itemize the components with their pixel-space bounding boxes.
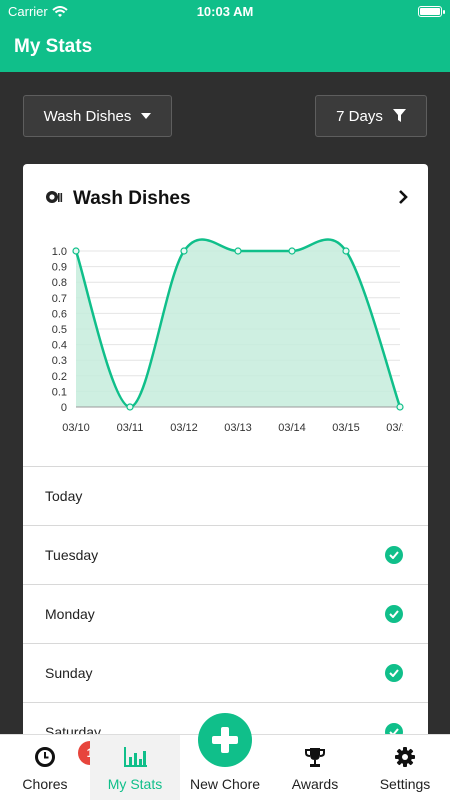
check-circle-icon [385,546,403,564]
x-tick-label: 03/12 [170,422,198,434]
y-tick-label: 0.3 [52,355,67,367]
x-tick-label: 03/11 [117,422,144,434]
history-row: Monday [23,584,428,643]
data-point [396,403,404,411]
check-circle-icon [385,664,403,682]
tab-chores[interactable]: 1 Chores [0,735,102,800]
chore-select-label: Wash Dishes [43,107,132,125]
y-tick-label: 1.0 [52,246,67,258]
status-time: 10:03 AM [196,4,254,19]
y-tick-label: 0.8 [52,277,67,289]
data-point [234,247,242,255]
data-point [126,403,134,411]
range-filter-button[interactable]: 7 Days [315,95,427,137]
card-title: Wash Dishes [73,188,191,209]
chevron-right-icon[interactable] [398,190,408,204]
tab-chores-label: Chores [22,776,68,792]
history-row: Sunday [23,643,428,702]
y-tick-label: 0.7 [52,293,67,305]
y-tick-label: 0.1 [52,386,67,398]
history-row: Today [23,466,428,525]
x-tick-label: 03/16 [386,422,414,434]
data-point [72,247,80,255]
y-tick-label: 0.2 [52,371,67,383]
data-point [288,247,296,255]
tab-awards-label: Awards [291,776,339,792]
tab-my-stats-label: My Stats [107,776,163,792]
history-day-label: Today [45,488,83,504]
x-tick-label: 03/14 [278,422,306,434]
plus-icon [212,727,238,753]
card-header[interactable]: Wash Dishes [23,164,428,234]
stats-card: Wash Dishes 0 0.1 0.2 0.3 0.4 0.5 0.6 0.7 0.8 0.9… [23,164,428,800]
range-filter-label: 7 Days [336,107,383,125]
y-tick-label: 0.5 [52,324,67,336]
check-circle-icon [385,605,403,623]
gear-icon [390,745,420,769]
history-day-label: Monday [45,606,95,622]
data-point [342,247,350,255]
clock-icon: 1 [30,741,102,769]
tab-settings-label: Settings [379,776,431,792]
x-tick-label: 03/13 [224,422,252,434]
new-chore-button[interactable] [198,713,252,767]
bar-chart-icon [120,745,150,769]
x-tick-label: 03/15 [332,422,360,434]
completion-chart: 0 0.1 0.2 0.3 0.4 0.5 0.6 0.7 0.8 0.9 1.0 03/10 03/1… [52,238,414,434]
filter-icon [392,109,406,122]
nav-bar: My Stats [0,24,450,72]
trophy-icon [300,745,330,769]
y-tick-label: 0.9 [52,262,67,274]
tab-new-chore-label: New Chore [189,776,261,792]
y-tick-label: 0.4 [52,340,67,352]
tab-my-stats[interactable]: My Stats [90,735,180,800]
history-day-label: Tuesday [45,547,99,563]
chore-select-dropdown[interactable]: Wash Dishes [23,95,172,137]
history-day-label: Sunday [45,665,93,681]
page-title: My Stats [14,36,93,57]
history-row: Tuesday [23,525,428,584]
battery-icon [418,6,445,17]
x-tick-label: 03/10 [62,422,90,434]
caret-down-icon [141,113,152,119]
series-area-fill [76,239,400,407]
y-tick-label: 0 [61,402,67,414]
status-bar: Carrier 10:03 AM [0,0,450,24]
tab-settings[interactable]: Settings [360,735,450,800]
tab-awards[interactable]: Awards [270,735,360,800]
dish-icon [46,191,63,203]
y-tick-label: 0.6 [52,308,67,320]
data-point [180,247,188,255]
